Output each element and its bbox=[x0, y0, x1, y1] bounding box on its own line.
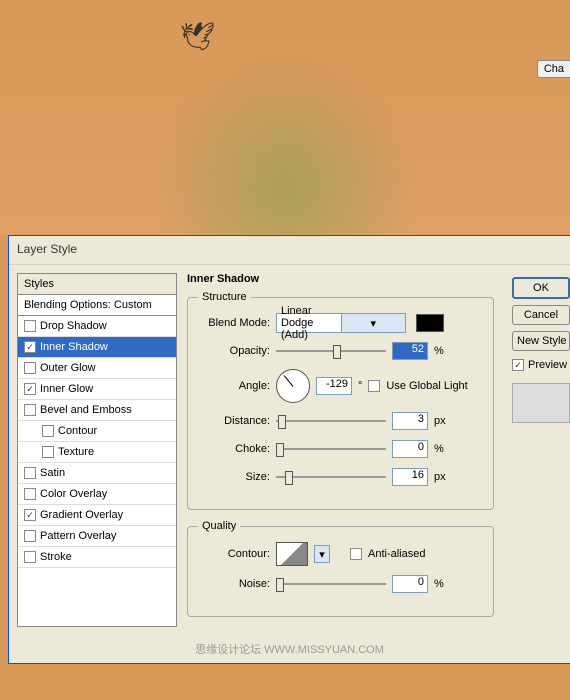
structure-group: Structure Blend Mode: Linear Dodge (Add)… bbox=[187, 291, 494, 510]
color-swatch[interactable] bbox=[416, 314, 444, 332]
opacity-label: Opacity: bbox=[198, 345, 270, 357]
style-color-overlay[interactable]: Color Overlay bbox=[18, 484, 176, 505]
styles-list: Styles Blending Options: Custom Drop Sha… bbox=[17, 273, 177, 627]
style-label: Inner Glow bbox=[40, 383, 93, 395]
chevron-down-icon: ▾ bbox=[341, 314, 406, 332]
checkbox-icon[interactable] bbox=[24, 362, 36, 374]
style-gradient-overlay[interactable]: Gradient Overlay bbox=[18, 505, 176, 526]
chevron-down-icon[interactable]: ▾ bbox=[314, 545, 330, 563]
opacity-slider[interactable] bbox=[276, 341, 386, 361]
checkbox-icon[interactable] bbox=[24, 341, 36, 353]
style-inner-shadow[interactable]: Inner Shadow bbox=[18, 337, 176, 358]
blend-mode-label: Blend Mode: bbox=[198, 317, 270, 329]
ok-button[interactable]: OK bbox=[512, 277, 570, 299]
style-label: Color Overlay bbox=[40, 488, 107, 500]
unit-label: px bbox=[434, 471, 452, 483]
style-label: Outer Glow bbox=[40, 362, 96, 374]
angle-input[interactable]: -129 bbox=[316, 377, 352, 395]
style-pattern-overlay[interactable]: Pattern Overlay bbox=[18, 526, 176, 547]
contour-label: Contour: bbox=[198, 548, 270, 560]
dialog-title: Layer Style bbox=[9, 236, 570, 265]
style-label: Inner Shadow bbox=[40, 341, 108, 353]
global-light-checkbox[interactable] bbox=[368, 380, 380, 392]
choke-slider[interactable] bbox=[276, 439, 386, 459]
antialiased-checkbox[interactable] bbox=[350, 548, 362, 560]
checkbox-icon[interactable] bbox=[24, 320, 36, 332]
styles-header[interactable]: Styles bbox=[18, 274, 176, 295]
antialiased-label: Anti-aliased bbox=[368, 548, 425, 560]
size-slider[interactable] bbox=[276, 467, 386, 487]
blending-options-row[interactable]: Blending Options: Custom bbox=[18, 295, 176, 316]
angle-dial[interactable] bbox=[276, 369, 310, 403]
distance-label: Distance: bbox=[198, 415, 270, 427]
style-label: Satin bbox=[40, 467, 65, 479]
checkbox-icon[interactable] bbox=[24, 383, 36, 395]
checkbox-icon[interactable] bbox=[24, 509, 36, 521]
cancel-button[interactable]: Cancel bbox=[512, 305, 570, 325]
style-outer-glow[interactable]: Outer Glow bbox=[18, 358, 176, 379]
panel-title: Inner Shadow bbox=[187, 273, 494, 285]
style-stroke[interactable]: Stroke bbox=[18, 547, 176, 568]
style-satin[interactable]: Satin bbox=[18, 463, 176, 484]
checkbox-icon[interactable] bbox=[24, 404, 36, 416]
blend-mode-value: Linear Dodge (Add) bbox=[277, 305, 341, 341]
angle-label: Angle: bbox=[198, 380, 270, 392]
unit-label: ° bbox=[358, 380, 362, 392]
unit-label: % bbox=[434, 443, 452, 455]
preview-checkbox[interactable] bbox=[512, 359, 524, 371]
choke-label: Choke: bbox=[198, 443, 270, 455]
preview-label: Preview bbox=[528, 359, 567, 371]
style-label: Pattern Overlay bbox=[40, 530, 116, 542]
checkbox-icon[interactable] bbox=[24, 551, 36, 563]
style-bevel-emboss[interactable]: Bevel and Emboss bbox=[18, 400, 176, 421]
style-label: Contour bbox=[58, 425, 97, 437]
checkbox-icon[interactable] bbox=[42, 425, 54, 437]
checkbox-icon[interactable] bbox=[24, 530, 36, 542]
settings-panel: Inner Shadow Structure Blend Mode: Linea… bbox=[187, 273, 502, 627]
new-style-button[interactable]: New Style bbox=[512, 331, 570, 351]
noise-label: Noise: bbox=[198, 578, 270, 590]
preview-swatch bbox=[512, 383, 570, 423]
bird-icon: 🕊 bbox=[180, 20, 216, 53]
checkbox-icon[interactable] bbox=[42, 446, 54, 458]
canvas-preview: 🕊 Cha bbox=[0, 0, 570, 235]
unit-label: % bbox=[434, 345, 452, 357]
style-label: Bevel and Emboss bbox=[40, 404, 132, 416]
size-label: Size: bbox=[198, 471, 270, 483]
dialog-actions: OK Cancel New Style Preview bbox=[512, 273, 570, 627]
checkbox-icon[interactable] bbox=[24, 467, 36, 479]
style-label: Gradient Overlay bbox=[40, 509, 123, 521]
quality-legend: Quality bbox=[198, 520, 240, 532]
unit-label: px bbox=[434, 415, 452, 427]
style-label: Drop Shadow bbox=[40, 320, 107, 332]
size-input[interactable]: 16 bbox=[392, 468, 428, 486]
structure-legend: Structure bbox=[198, 291, 251, 303]
noise-slider[interactable] bbox=[276, 574, 386, 594]
style-inner-glow[interactable]: Inner Glow bbox=[18, 379, 176, 400]
contour-picker[interactable] bbox=[276, 542, 308, 566]
checkbox-icon[interactable] bbox=[24, 488, 36, 500]
global-light-label: Use Global Light bbox=[386, 380, 467, 392]
unit-label: % bbox=[434, 578, 452, 590]
style-contour[interactable]: Contour bbox=[18, 421, 176, 442]
quality-group: Quality Contour: ▾ Anti-aliased Noise: 0… bbox=[187, 520, 494, 617]
style-drop-shadow[interactable]: Drop Shadow bbox=[18, 316, 176, 337]
distance-input[interactable]: 3 bbox=[392, 412, 428, 430]
blend-mode-dropdown[interactable]: Linear Dodge (Add) ▾ bbox=[276, 313, 406, 333]
noise-input[interactable]: 0 bbox=[392, 575, 428, 593]
opacity-input[interactable]: 52 bbox=[392, 342, 428, 360]
distance-slider[interactable] bbox=[276, 411, 386, 431]
choke-input[interactable]: 0 bbox=[392, 440, 428, 458]
style-label: Stroke bbox=[40, 551, 72, 563]
watermark: 思缘设计论坛 WWW.MISSYUAN.COM bbox=[9, 635, 570, 663]
style-label: Texture bbox=[58, 446, 94, 458]
style-texture[interactable]: Texture bbox=[18, 442, 176, 463]
layer-style-dialog: Layer Style Styles Blending Options: Cus… bbox=[8, 235, 570, 664]
channel-button[interactable]: Cha bbox=[537, 60, 570, 78]
